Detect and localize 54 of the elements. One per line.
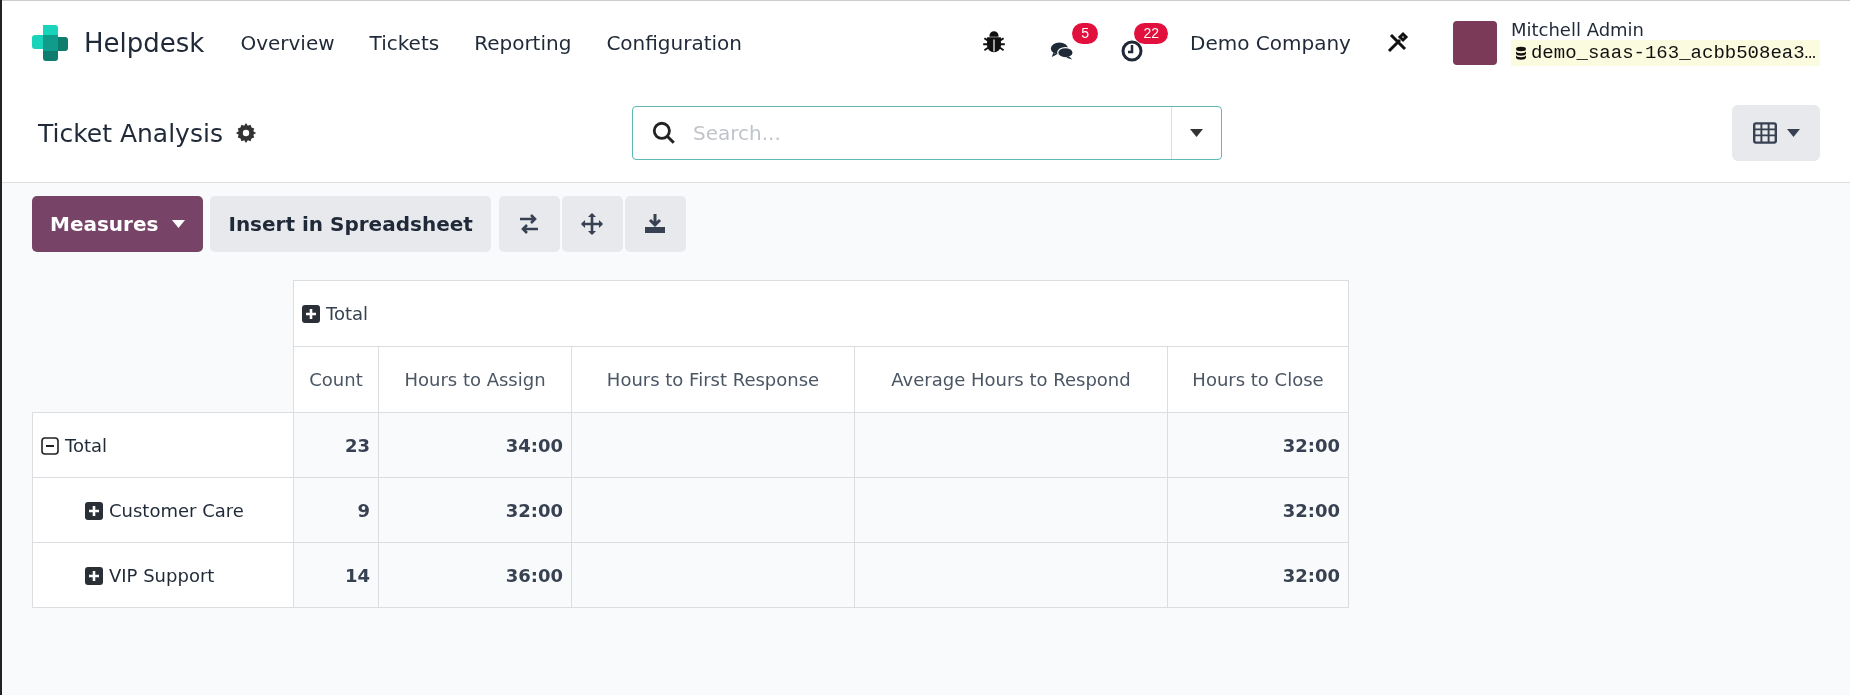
search-icon <box>651 120 677 146</box>
count-badge: 5 <box>1072 22 1098 44</box>
user-avatar[interactable] <box>1452 20 1497 65</box>
row-header[interactable]: Customer Care <box>32 477 294 543</box>
table-cell: 9 <box>293 477 379 543</box>
expand-all-button[interactable] <box>561 196 623 252</box>
table-cell: 36:00 <box>378 542 572 608</box>
actions-button[interactable] <box>234 122 257 144</box>
view-switcher-button[interactable] <box>1732 105 1820 161</box>
menu-item[interactable]: Configuration <box>606 30 743 55</box>
search-field[interactable]: Search... <box>632 106 1222 160</box>
table-cell: 32:00 <box>378 477 572 543</box>
app-name[interactable]: Helpdesk <box>84 27 205 58</box>
insert-spreadsheet-button[interactable]: Insert in Spreadsheet <box>210 196 491 252</box>
count-badge: 22 <box>1134 22 1168 44</box>
caret-icon <box>172 220 186 228</box>
company-switcher[interactable]: Demo Company <box>1190 30 1351 55</box>
flip-axis-button[interactable] <box>498 196 560 252</box>
column-header[interactable]: Total <box>293 280 1349 347</box>
bug-icon <box>982 30 1006 55</box>
clock-icon <box>1120 38 1144 63</box>
table-cell: 23 <box>293 412 379 478</box>
gear-icon <box>234 122 257 144</box>
debug-button[interactable] <box>982 30 1006 55</box>
measure-header: Hours to Close <box>1167 346 1349 413</box>
caret-icon <box>1786 129 1800 137</box>
table-cell: 32:00 <box>1167 542 1349 608</box>
menu-item[interactable]: Overview <box>240 30 335 55</box>
database-icon <box>1514 46 1527 60</box>
user-name: Mitchell Admin <box>1510 19 1645 40</box>
measure-header: Count <box>293 346 379 413</box>
measure-header: Hours to Assign <box>378 346 572 413</box>
app-logo-icon <box>30 22 70 63</box>
caret-icon <box>1190 129 1203 137</box>
messages-button[interactable]: 5 <box>1050 22 1098 63</box>
measure-header: Average Hours to Respond <box>854 346 1168 413</box>
download-icon <box>643 212 668 236</box>
table-cell: 32:00 <box>1167 477 1349 543</box>
activities-button[interactable]: 22 <box>1120 22 1168 63</box>
page-title: Ticket Analysis <box>38 118 223 148</box>
measures-button[interactable]: Measures <box>32 196 204 252</box>
row-header[interactable]: Total <box>32 412 294 478</box>
menu-item[interactable]: Reporting <box>474 30 572 55</box>
search-input[interactable]: Search... <box>691 120 1171 146</box>
download-button[interactable] <box>624 196 686 252</box>
row-header[interactable]: VIP Support <box>32 542 294 608</box>
measure-header: Hours to First Response <box>571 346 855 413</box>
table-cell: 14 <box>293 542 379 608</box>
menu-item[interactable]: Tickets <box>369 30 440 55</box>
database-name: demo_saas-163_acbb508ea3… <box>1530 42 1816 64</box>
table-icon <box>1752 121 1777 145</box>
table-cell: 34:00 <box>378 412 572 478</box>
move-arrows-icon <box>580 212 605 236</box>
table-cell: 32:00 <box>1167 412 1349 478</box>
